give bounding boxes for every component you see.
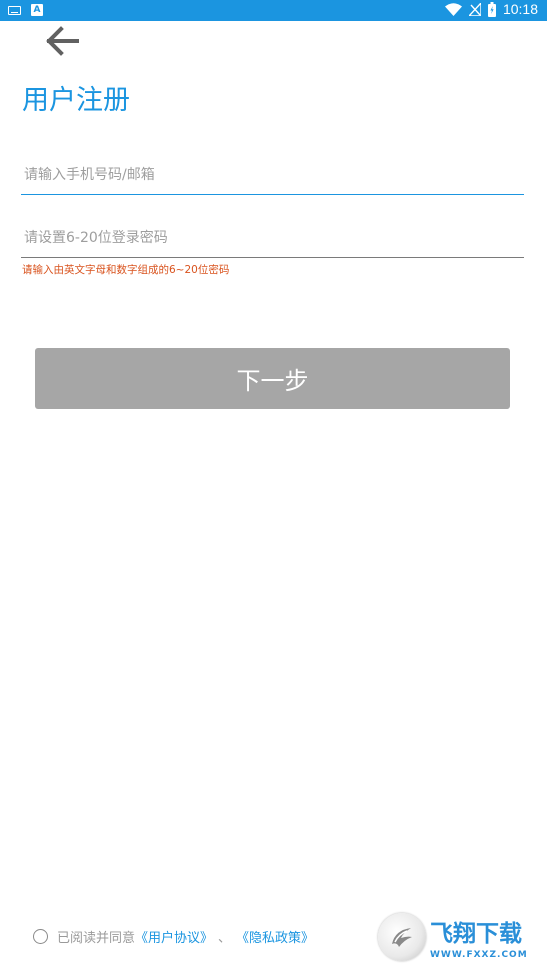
signal-icon bbox=[468, 2, 481, 16]
status-bar: A 10:18 bbox=[0, 0, 547, 21]
status-left-icons: A bbox=[8, 4, 43, 16]
watermark-logo-icon bbox=[378, 913, 426, 961]
agreement-row: 已阅读并同意 《用户协议》 、 《隐私政策》 bbox=[33, 927, 314, 946]
agreement-checkbox[interactable] bbox=[33, 928, 48, 944]
password-field[interactable] bbox=[21, 218, 524, 258]
password-input[interactable] bbox=[21, 218, 524, 257]
agreement-separator: 、 bbox=[218, 930, 232, 946]
phone-email-field[interactable] bbox=[21, 155, 524, 195]
keyboard-icon bbox=[8, 5, 21, 15]
back-button[interactable] bbox=[42, 24, 82, 58]
wifi-icon bbox=[444, 2, 462, 16]
status-time: 10:18 bbox=[502, 1, 538, 17]
password-hint: 请输入由英文字母和数字组成的6~20位密码 bbox=[22, 264, 230, 276]
watermark-text: 飞翔下载 WWW.FXXZ.COM bbox=[430, 914, 528, 960]
arrow-left-icon bbox=[46, 26, 79, 56]
privacy-policy-link[interactable]: 《隐私政策》 bbox=[236, 927, 314, 946]
next-step-button[interactable]: 下一步 bbox=[35, 348, 510, 409]
watermark-name: 飞翔下载 bbox=[430, 921, 522, 947]
page-title: 用户注册 bbox=[22, 85, 130, 116]
a-app-icon: A bbox=[31, 4, 43, 16]
agreement-prefix: 已阅读并同意 bbox=[57, 930, 136, 946]
battery-icon bbox=[487, 1, 496, 17]
phone-email-input[interactable] bbox=[21, 155, 524, 194]
watermark: 飞翔下载 WWW.FXXZ.COM bbox=[378, 912, 538, 962]
watermark-domain: WWW.FXXZ.COM bbox=[430, 950, 528, 960]
user-agreement-link[interactable]: 《用户协议》 bbox=[135, 927, 213, 946]
status-right-icons: 10:18 bbox=[444, 1, 538, 17]
